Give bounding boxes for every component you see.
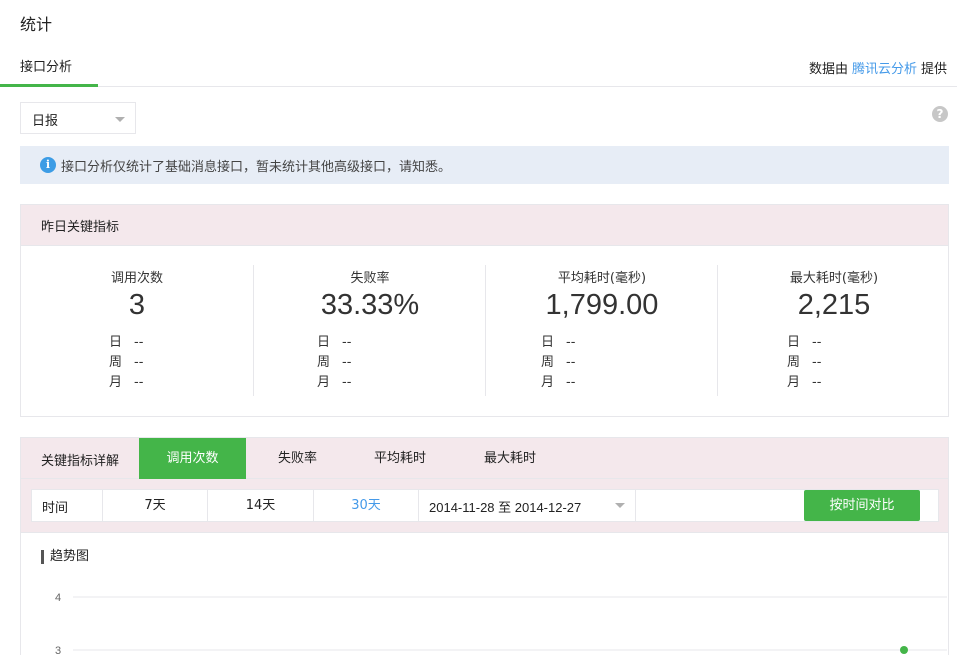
kpi-label: 最大耗时(毫秒) — [789, 271, 879, 286]
date-range-value: 2014-11-28 至 2014-12-27 — [429, 500, 582, 515]
row-val-month: -- — [134, 375, 144, 390]
tab-failure-rate[interactable]: 失败率 — [246, 438, 349, 479]
notice-banner: i 接口分析仅统计了基础消息接口，暂未统计其他高级接口，请知悉。 — [20, 146, 949, 184]
detail-panel-header: 关键指标详解 调用次数 失败率 平均耗时 最大耗时 — [21, 438, 948, 479]
kpi-value: 1,799.00 — [545, 289, 659, 321]
help-icon[interactable]: ? — [932, 106, 948, 122]
row-key-month: 月 — [787, 375, 801, 390]
range-7-days-button[interactable]: 7天 — [102, 490, 207, 521]
provider-link[interactable]: 腾讯云分析 — [852, 62, 917, 77]
kpi-compare-rows: 日 -- 周 -- 月 -- — [787, 333, 821, 393]
tab-label: 接口分析 — [20, 60, 73, 75]
yesterday-kpi-panel: 昨日关键指标 调用次数 3 日 -- 周 -- 月 -- 失败率 33.33% 日 --… — [20, 204, 949, 417]
chevron-down-icon — [615, 503, 625, 508]
kpi-compare-rows: 日 -- 周 -- 月 -- — [541, 333, 575, 393]
kpi-avg-time: 平均耗时(毫秒) 1,799.00 日 -- 周 -- 月 -- — [486, 265, 718, 397]
row-val-week: -- — [134, 355, 144, 370]
report-type-select[interactable]: 日报 — [20, 102, 136, 134]
provider-suffix: 提供 — [920, 62, 947, 77]
tab-interface-analysis[interactable]: 接口分析 — [0, 46, 98, 87]
kpi-compare-rows: 日 -- 周 -- 月 -- — [317, 333, 351, 393]
row-key-week: 周 — [787, 355, 801, 370]
kpi-value: 33.33% — [320, 289, 420, 321]
tab-max-time[interactable]: 最大耗时 — [451, 438, 569, 479]
data-provider-note: 数据由 腾讯云分析 提供 — [809, 58, 947, 77]
notice-text: 接口分析仅统计了基础消息接口，暂未统计其他高级接口，请知悉。 — [61, 160, 452, 175]
trend-chart: 43 — [21, 578, 948, 655]
row-key-month: 月 — [541, 375, 555, 390]
row-val-week: -- — [812, 355, 822, 370]
kpi-label: 调用次数 — [110, 271, 163, 286]
kpi-value: 3 — [128, 289, 146, 321]
row-val-day: -- — [342, 335, 352, 350]
kpi-value: 2,215 — [797, 289, 871, 321]
date-range-picker[interactable]: 2014-11-28 至 2014-12-27 — [418, 490, 636, 521]
range-30-days-button[interactable]: 30天 — [313, 490, 418, 521]
kpi-detail-panel: 关键指标详解 调用次数 失败率 平均耗时 最大耗时 时间 7天 14天 30天 … — [20, 437, 949, 655]
y-tick-label: 3 — [55, 645, 61, 655]
row-val-month: -- — [812, 375, 822, 390]
kpi-label: 平均耗时(毫秒) — [557, 271, 647, 286]
trend-chart-title: 趋势图 — [41, 550, 89, 564]
trend-chart-svg: 43 — [55, 592, 947, 655]
row-val-week: -- — [342, 355, 352, 370]
kpi-panel-header: 昨日关键指标 — [21, 205, 948, 246]
row-val-month: -- — [566, 375, 576, 390]
time-filter-bar: 时间 7天 14天 30天 2014-11-28 至 2014-12-27 按时… — [31, 489, 939, 522]
row-key-day: 日 — [109, 335, 123, 350]
kpi-compare-rows: 日 -- 周 -- 月 -- — [109, 333, 143, 393]
tab-avg-time[interactable]: 平均耗时 — [349, 438, 451, 479]
provider-prefix: 数据由 — [808, 62, 848, 77]
row-key-week: 周 — [317, 355, 331, 370]
page-title: 统计 — [20, 15, 53, 34]
info-icon: i — [40, 157, 56, 173]
row-key-week: 周 — [109, 355, 123, 370]
y-tick-label: 4 — [55, 592, 61, 604]
row-key-day: 日 — [541, 335, 555, 350]
tab-calls[interactable]: 调用次数 — [139, 438, 246, 479]
detail-panel-title: 关键指标详解 — [41, 454, 120, 469]
row-key-month: 月 — [109, 375, 123, 390]
report-type-value: 日报 — [32, 114, 59, 129]
range-14-days-button[interactable]: 14天 — [207, 490, 313, 521]
row-key-month: 月 — [317, 375, 331, 390]
kpi-label: 失败率 — [350, 271, 390, 286]
compare-by-time-button[interactable]: 按时间对比 — [804, 490, 920, 521]
kpi-max-time: 最大耗时(毫秒) 2,215 日 -- 周 -- 月 -- — [718, 265, 950, 397]
row-val-day: -- — [812, 335, 822, 350]
row-val-week: -- — [566, 355, 576, 370]
row-val-month: -- — [342, 375, 352, 390]
tab-bar: 接口分析 数据由 腾讯云分析 提供 — [0, 46, 957, 87]
row-key-day: 日 — [317, 335, 331, 350]
data-point[interactable] — [900, 646, 908, 654]
kpi-failure-rate: 失败率 33.33% 日 -- 周 -- 月 -- — [254, 265, 486, 397]
row-val-day: -- — [134, 335, 144, 350]
chevron-down-icon — [115, 117, 125, 122]
row-key-day: 日 — [787, 335, 801, 350]
row-val-day: -- — [566, 335, 576, 350]
row-key-week: 周 — [541, 355, 555, 370]
kpi-panel-title: 昨日关键指标 — [41, 220, 120, 235]
time-label: 时间 — [42, 501, 69, 516]
kpi-calls: 调用次数 3 日 -- 周 -- 月 -- — [21, 265, 253, 397]
